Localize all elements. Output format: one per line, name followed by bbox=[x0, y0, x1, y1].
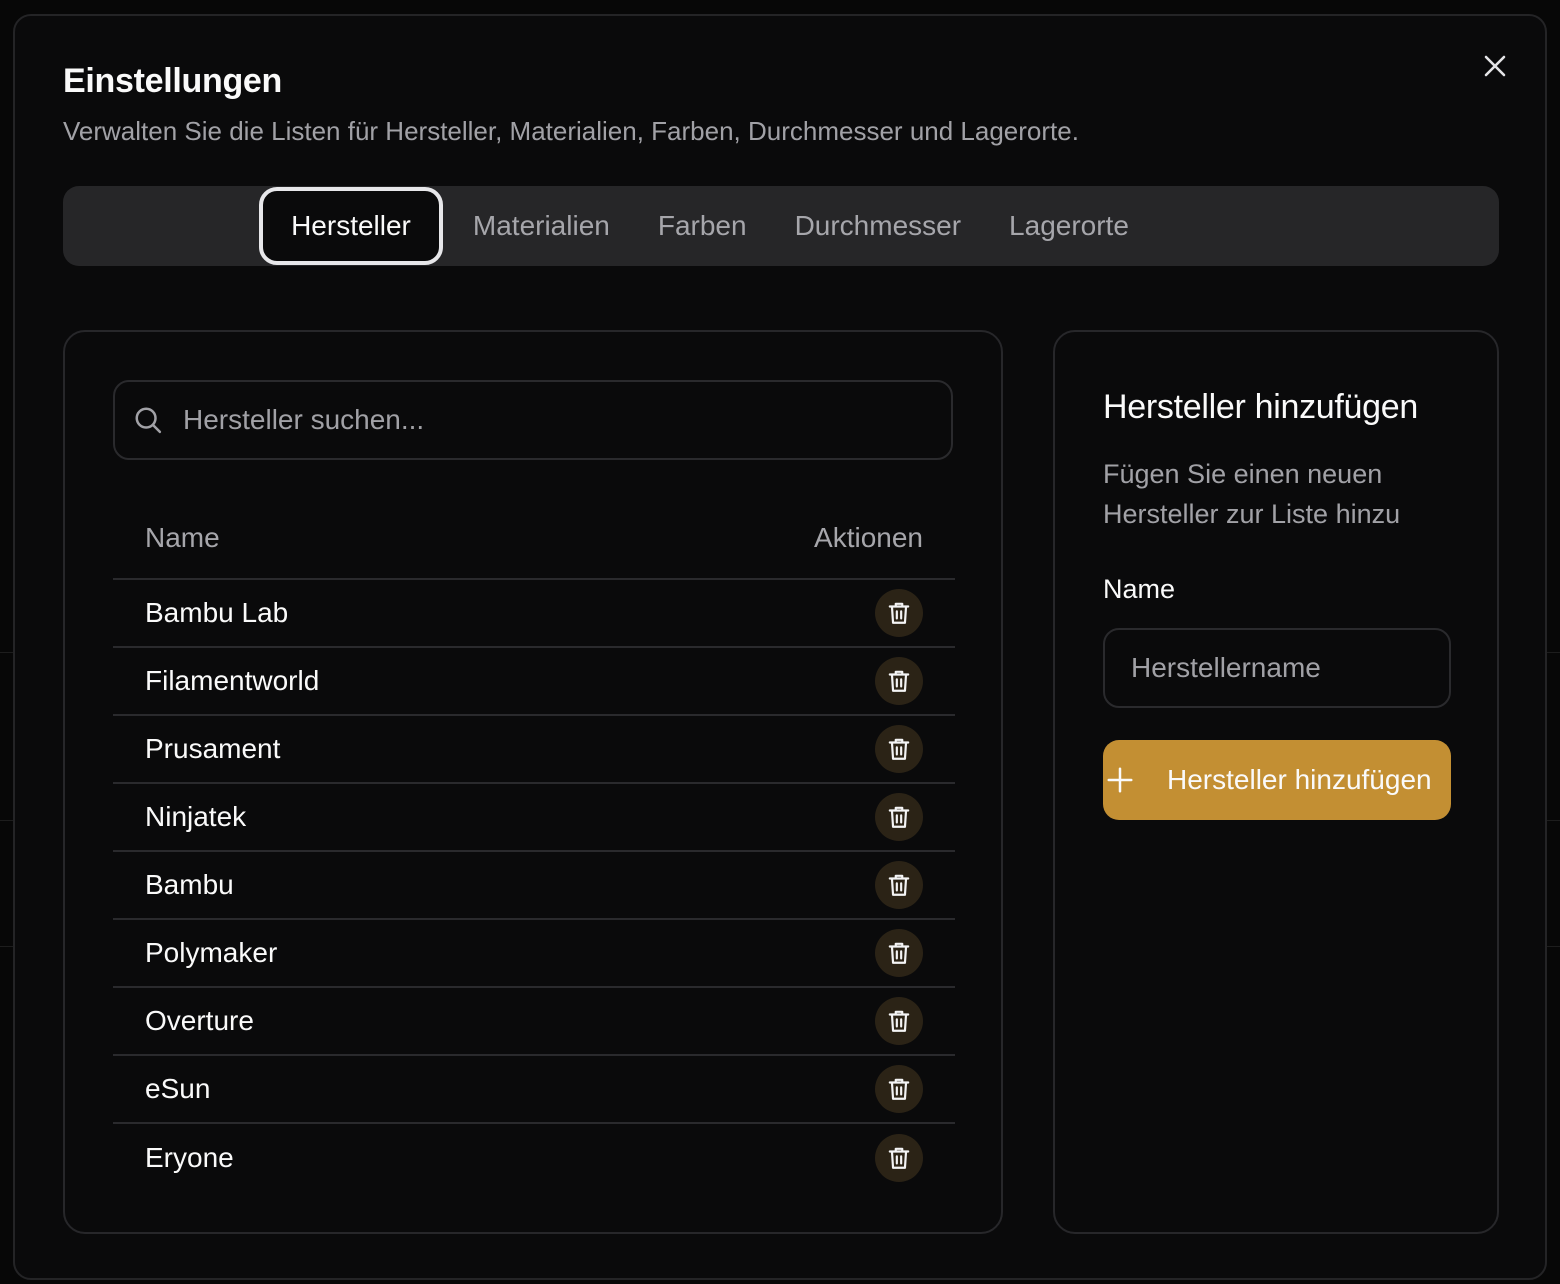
search-box bbox=[113, 380, 953, 460]
table-row: Filamentworld bbox=[113, 648, 955, 716]
trash-icon bbox=[888, 1010, 910, 1032]
table-header: Name Aktionen bbox=[113, 498, 955, 580]
table-body: Bambu Lab Filamentworld Prusament Ninjat… bbox=[113, 580, 955, 1192]
tab-lagerorte[interactable]: Lagerorte bbox=[991, 187, 1147, 265]
tab-materialien[interactable]: Materialien bbox=[455, 187, 628, 265]
delete-button[interactable] bbox=[875, 1134, 923, 1182]
manufacturer-name: Eryone bbox=[145, 1142, 234, 1173]
name-field-label: Name bbox=[1103, 574, 1176, 604]
manufacturer-name: Bambu Lab bbox=[145, 597, 289, 628]
table-row: eSun bbox=[113, 1056, 955, 1124]
manufacturer-name: Prusament bbox=[145, 733, 281, 764]
add-card-title: Hersteller hinzufügen bbox=[1103, 388, 1418, 426]
close-icon bbox=[1484, 55, 1506, 77]
trash-icon bbox=[888, 942, 910, 964]
delete-button[interactable] bbox=[875, 1065, 923, 1113]
table-row: Eryone bbox=[113, 1124, 955, 1192]
dialog-title: Einstellungen bbox=[63, 62, 283, 100]
close-button[interactable] bbox=[1479, 50, 1511, 82]
add-manufacturer-card: Hersteller hinzufügen Fügen Sie einen ne… bbox=[1053, 330, 1499, 1234]
manufacturer-name: Overture bbox=[145, 1005, 254, 1036]
tab-hersteller[interactable]: Hersteller bbox=[259, 187, 443, 265]
delete-button[interactable] bbox=[875, 793, 923, 841]
manufacturer-name: eSun bbox=[145, 1073, 211, 1104]
column-header-actions: Aktionen bbox=[814, 522, 923, 553]
table-row: Overture bbox=[113, 988, 955, 1056]
table-row: Ninjatek bbox=[113, 784, 955, 852]
trash-icon bbox=[888, 602, 910, 624]
manufacturer-name-input[interactable] bbox=[1103, 628, 1451, 708]
manufacturer-name: Ninjatek bbox=[145, 801, 247, 832]
delete-button[interactable] bbox=[875, 929, 923, 977]
manufacturer-name: Polymaker bbox=[145, 937, 278, 968]
trash-icon bbox=[888, 670, 910, 692]
delete-button[interactable] bbox=[875, 725, 923, 773]
manufacturer-table: Name Aktionen Bambu Lab Filamentworld Pr… bbox=[113, 498, 955, 1192]
table-row: Polymaker bbox=[113, 920, 955, 988]
add-button-label: Hersteller hinzufügen bbox=[1167, 764, 1432, 795]
trash-icon bbox=[888, 1078, 910, 1100]
delete-button[interactable] bbox=[875, 589, 923, 637]
delete-button[interactable] bbox=[875, 861, 923, 909]
table-row: Bambu bbox=[113, 852, 955, 920]
manufacturer-list-card: Name Aktionen Bambu Lab Filamentworld bbox=[63, 330, 1003, 1234]
table-row: Prusament bbox=[113, 716, 955, 784]
tab-durchmesser[interactable]: Durchmesser bbox=[777, 187, 979, 265]
add-card-description: Fügen Sie einen neuen Hersteller zur Lis… bbox=[1103, 459, 1401, 529]
search-input[interactable] bbox=[181, 403, 921, 437]
plus-icon bbox=[1107, 767, 1133, 793]
dialog-subtitle: Verwalten Sie die Listen für Hersteller,… bbox=[63, 116, 1079, 146]
trash-icon bbox=[888, 806, 910, 828]
manufacturer-name: Filamentworld bbox=[145, 665, 320, 696]
add-manufacturer-button[interactable]: Hersteller hinzufügen bbox=[1103, 740, 1451, 820]
manufacturer-name: Bambu bbox=[145, 869, 234, 900]
trash-icon bbox=[888, 874, 910, 896]
column-header-name: Name bbox=[145, 522, 220, 553]
search-icon bbox=[135, 407, 162, 434]
tab-list: Hersteller Materialien Farben Durchmesse… bbox=[63, 186, 1499, 266]
table-row: Bambu Lab bbox=[113, 580, 955, 648]
trash-icon bbox=[888, 738, 910, 760]
delete-button[interactable] bbox=[875, 657, 923, 705]
settings-dialog: Einstellungen Verwalten Sie die Listen f… bbox=[13, 14, 1547, 1280]
delete-button[interactable] bbox=[875, 997, 923, 1045]
tab-farben[interactable]: Farben bbox=[640, 187, 765, 265]
trash-icon bbox=[888, 1147, 910, 1169]
